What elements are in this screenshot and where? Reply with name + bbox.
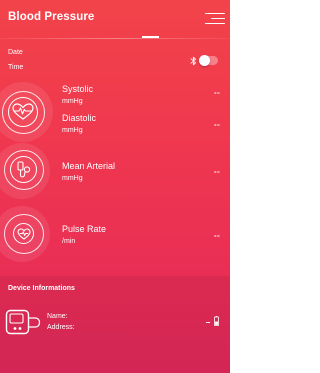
device-address-label: Address: xyxy=(47,324,75,331)
time-label: Time xyxy=(8,64,24,71)
device-name-label: Name: xyxy=(47,313,68,320)
systolic-unit: mmHg xyxy=(62,98,83,105)
bluetooth-toggle[interactable] xyxy=(199,55,218,66)
app-screen: Blood Pressure Date Time Systolic mmHg -… xyxy=(0,0,230,373)
pulse-rate-label: Pulse Rate xyxy=(62,224,107,234)
mean-arterial-unit: mmHg xyxy=(62,175,83,182)
battery-value xyxy=(206,322,210,324)
diastolic-value: -- xyxy=(214,120,221,129)
battery-icon xyxy=(214,316,219,326)
mean-arterial-label: Mean Arterial xyxy=(62,161,116,171)
systolic-value: -- xyxy=(214,88,221,97)
blood-pressure-monitor-icon xyxy=(5,309,41,335)
pulse-rate-value: -- xyxy=(214,231,221,240)
toggle-knob xyxy=(199,55,210,66)
pulse-rate-unit: /min xyxy=(62,238,76,245)
blood-pressure-cuff-icon xyxy=(4,150,44,190)
divider xyxy=(0,38,230,39)
heart-pulse-icon xyxy=(2,91,45,134)
mean-arterial-value: -- xyxy=(214,167,221,176)
diastolic-label: Diastolic xyxy=(62,113,97,123)
device-info-title: Device Informations xyxy=(8,285,75,292)
app-title: Blood Pressure xyxy=(8,11,95,23)
app-bar: Blood Pressure xyxy=(0,0,230,40)
heartbeat-icon xyxy=(4,214,44,254)
bluetooth-icon xyxy=(190,56,197,66)
date-label: Date xyxy=(8,49,23,56)
hamburger-menu-icon[interactable] xyxy=(205,12,225,26)
diastolic-unit: mmHg xyxy=(62,127,83,134)
systolic-label: Systolic xyxy=(62,84,94,94)
